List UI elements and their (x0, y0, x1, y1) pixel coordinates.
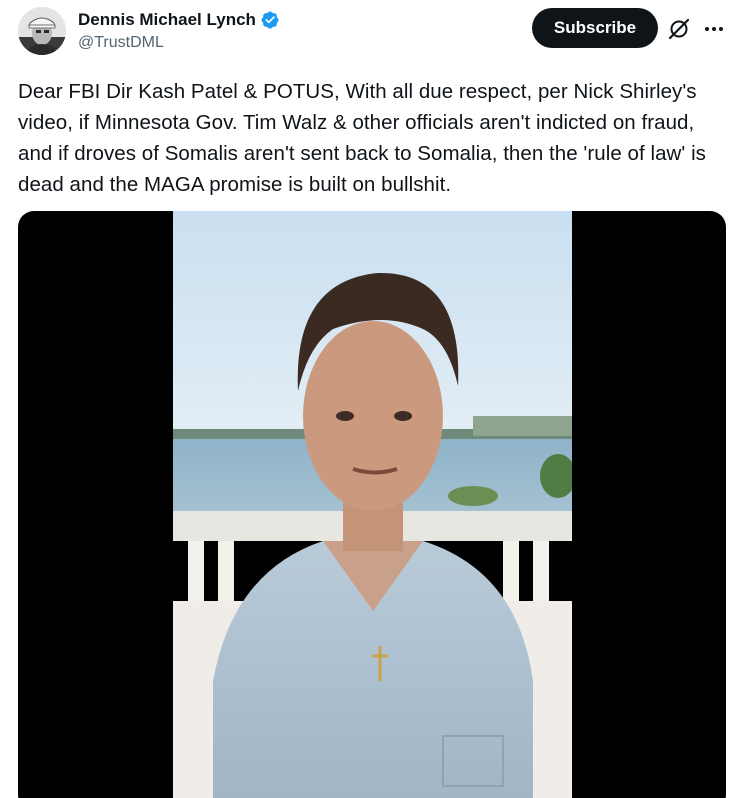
tweet-post: Dennis Michael Lynch @TrustDML Subscribe… (0, 0, 748, 798)
avatar[interactable] (18, 7, 66, 55)
author-info: Dennis Michael Lynch @TrustDML (78, 9, 280, 52)
author-handle[interactable]: @TrustDML (78, 34, 280, 52)
author-name-row: Dennis Michael Lynch (78, 9, 280, 31)
avatar-image (18, 7, 66, 55)
video-frame[interactable] (173, 211, 572, 798)
tweet-text: Dear FBI Dir Kash Patel & POTUS, With al… (18, 80, 706, 196)
video-thumbnail (173, 211, 572, 798)
verified-badge-icon[interactable] (260, 10, 280, 30)
more-options-icon[interactable] (702, 17, 726, 41)
subscribe-button[interactable]: Subscribe (532, 8, 658, 48)
video-player[interactable] (18, 211, 726, 798)
author-display-name[interactable]: Dennis Michael Lynch (78, 10, 256, 30)
grok-icon[interactable] (667, 17, 691, 41)
